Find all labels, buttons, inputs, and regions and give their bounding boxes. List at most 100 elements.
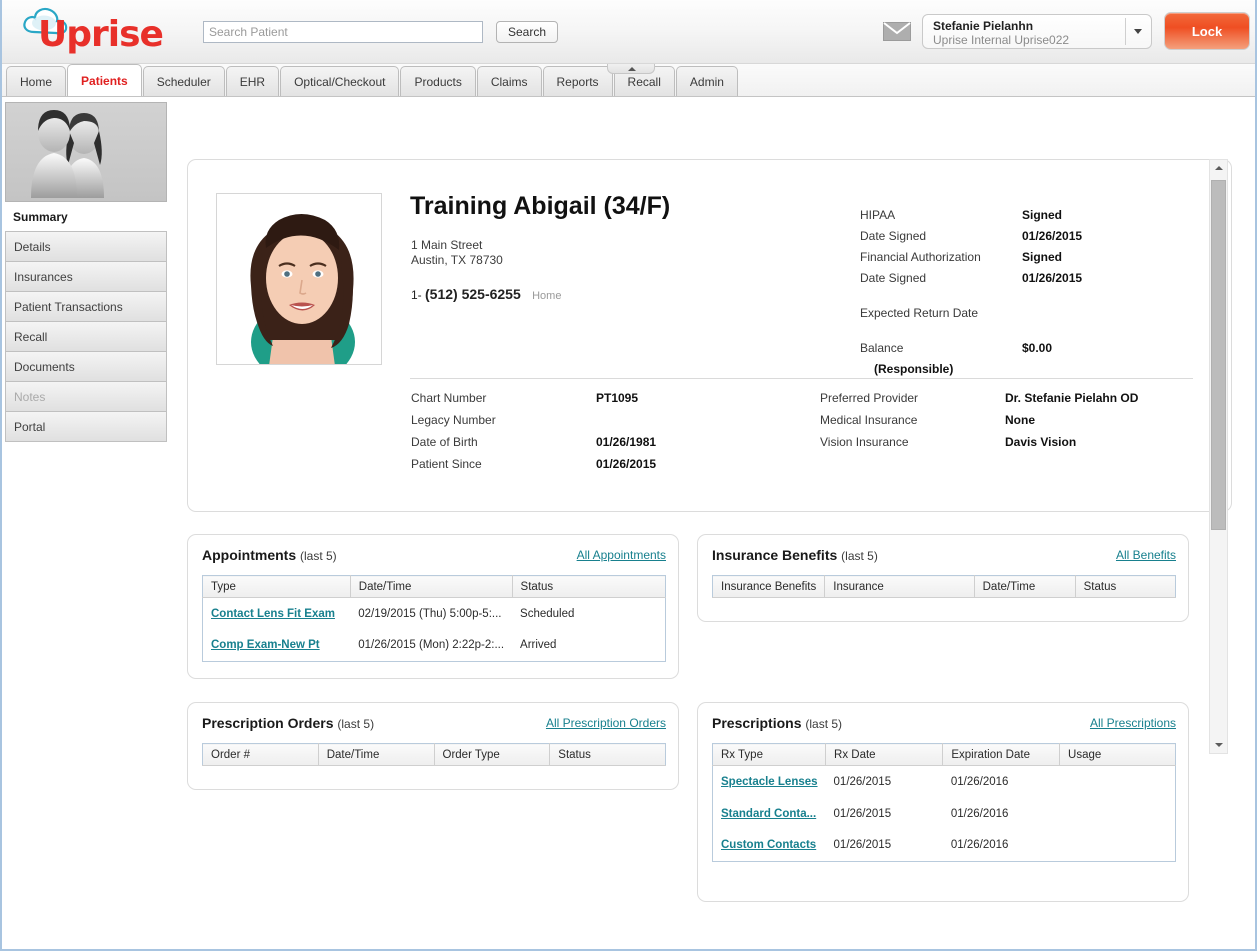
- prescriptions-title: Prescriptions (last 5): [712, 715, 842, 731]
- all-prescriptions-link[interactable]: All Prescriptions: [1090, 716, 1176, 730]
- date-of-birth-label: Date of Birth: [411, 435, 478, 449]
- user-organization: Uprise Internal Uprise022: [933, 33, 1070, 47]
- col-usage: Usage: [1059, 743, 1176, 766]
- appointment-type-link[interactable]: Comp Exam-New Pt: [211, 639, 320, 651]
- rx-date-cell: 01/26/2015: [833, 775, 892, 788]
- all-prescription-orders-link[interactable]: All Prescription Orders: [546, 716, 666, 730]
- table-row: Contact Lens Fit Exam 02/19/2015 (Thu) 5…: [203, 598, 666, 630]
- tab-claims[interactable]: Claims: [476, 66, 542, 96]
- phone-number: (512) 525-6255: [425, 286, 521, 302]
- preferred-provider-value: Dr. Stefanie Pielahn OD: [1005, 391, 1139, 405]
- table-header-row: Order # Date/Time Order Type Status: [202, 743, 666, 766]
- table-header-row: Insurance Benefits Insurance Date/Time S…: [712, 575, 1176, 598]
- appointment-datetime-cell: 02/19/2015 (Thu) 5:00p-5:...: [358, 607, 502, 620]
- col-expiration-date: Expiration Date: [942, 743, 1061, 766]
- rx-type-link[interactable]: Standard Conta...: [721, 808, 816, 820]
- rx-date-cell: 01/26/2015: [833, 807, 892, 820]
- tab-ehr[interactable]: EHR: [225, 66, 280, 96]
- prescriptions-subtitle: (last 5): [805, 717, 843, 731]
- consent-spacer-2: [860, 327, 1190, 341]
- tab-optical-checkout[interactable]: Optical/Checkout: [280, 66, 400, 96]
- tab-products[interactable]: Products: [400, 66, 476, 96]
- financial-date-value: 01/26/2015: [1022, 271, 1083, 285]
- appointment-type-cell: Comp Exam-New Pt: [203, 630, 351, 662]
- consent-panel: HIPAA Signed Date Signed 01/26/2015 Fina…: [860, 208, 1190, 383]
- patient-sidebar: Summary Details Insurances Patient Trans…: [5, 102, 167, 442]
- sidebar-item-details[interactable]: Details: [5, 232, 167, 262]
- expected-return-date-row: Expected Return Date: [860, 306, 1190, 320]
- page-body: Summary Details Insurances Patient Trans…: [2, 97, 1255, 949]
- collapse-header-toggle[interactable]: [607, 64, 655, 74]
- patient-photo: [216, 193, 382, 365]
- col-status: Status: [1075, 575, 1176, 598]
- envelope-icon[interactable]: [883, 22, 911, 41]
- tab-patients[interactable]: Patients: [67, 64, 142, 96]
- phone-prefix: 1-: [411, 288, 422, 302]
- brand-logo[interactable]: Uprise: [14, 4, 174, 60]
- prescriptions-table: Rx Type Rx Date Expiration Date Usage Sp…: [712, 743, 1176, 862]
- sidebar-item-portal[interactable]: Portal: [5, 412, 167, 442]
- phone-type: Home: [532, 290, 562, 302]
- search-button[interactable]: Search: [496, 21, 559, 43]
- prescription-orders-table: Order # Date/Time Order Type Status: [202, 743, 666, 766]
- dropdown-divider: [1125, 18, 1126, 45]
- all-appointments-link[interactable]: All Appointments: [577, 548, 666, 562]
- lock-button[interactable]: Lock: [1164, 12, 1250, 50]
- appointments-table: Type Date/Time Status Contact Lens Fit E…: [202, 575, 666, 662]
- responsible-label: (Responsible): [874, 362, 954, 376]
- content-scrollbar[interactable]: [1209, 159, 1228, 754]
- rx-type-cell: Standard Conta...: [713, 798, 826, 830]
- scrollbar-thumb[interactable]: [1211, 180, 1226, 530]
- col-order-type: Order Type: [434, 743, 551, 766]
- rx-expiration-cell: 01/26/2016: [950, 775, 1009, 788]
- rx-type-link[interactable]: Custom Contacts: [721, 839, 816, 851]
- patient-avatar-panel: [5, 102, 167, 202]
- address-line-1: 1 Main Street: [411, 238, 483, 252]
- insurance-benefits-table: Insurance Benefits Insurance Date/Time S…: [712, 575, 1176, 598]
- balance-row: Balance $0.00: [860, 341, 1190, 355]
- patient-since-row: Patient Since 01/26/2015: [411, 457, 656, 471]
- patient-name: Training Abigail (34/F): [410, 192, 671, 220]
- main-content: Create New Appointment Benefits Rx Order…: [182, 97, 1237, 902]
- appointment-type-link[interactable]: Contact Lens Fit Exam: [211, 608, 335, 620]
- search-input[interactable]: [203, 21, 483, 43]
- sidebar-item-recall[interactable]: Recall: [5, 322, 167, 352]
- consent-row-financial-date: Date Signed 01/26/2015: [860, 271, 1190, 285]
- patient-portrait-image: [217, 194, 381, 364]
- rx-type-link[interactable]: Spectacle Lenses: [721, 776, 818, 788]
- appointment-datetime-cell: 01/26/2015 (Mon) 2:22p-2:...: [358, 639, 505, 652]
- triangle-down-icon[interactable]: [1210, 737, 1227, 753]
- sidebar-item-insurances[interactable]: Insurances: [5, 262, 167, 292]
- sidebar-item-patient-transactions[interactable]: Patient Transactions: [5, 292, 167, 322]
- prescription-orders-title: Prescription Orders (last 5): [202, 715, 374, 731]
- vision-insurance-label: Vision Insurance: [820, 435, 909, 449]
- chart-number-value: PT1095: [596, 391, 639, 405]
- appointments-title: Appointments (last 5): [202, 547, 337, 563]
- rx-expiration-cell: 01/26/2016: [950, 807, 1009, 820]
- table-header-row: Type Date/Time Status: [202, 575, 666, 598]
- appointments-panel: Appointments (last 5) All Appointments T…: [187, 534, 679, 679]
- app-header: Uprise Search Stefanie Pielanhn Uprise I…: [2, 0, 1255, 64]
- tab-reports[interactable]: Reports: [542, 66, 613, 96]
- sidebar-item-summary[interactable]: Summary: [5, 202, 167, 232]
- appointments-subtitle: (last 5): [300, 549, 337, 563]
- tab-home[interactable]: Home: [6, 66, 67, 96]
- sidebar-item-notes: Notes: [5, 382, 167, 412]
- appointment-status-cell: Scheduled: [520, 607, 575, 620]
- appointment-type-cell: Contact Lens Fit Exam: [203, 598, 351, 630]
- card-divider: [410, 378, 1193, 379]
- tab-admin[interactable]: Admin: [675, 66, 738, 96]
- user-account-dropdown[interactable]: Stefanie Pielanhn Uprise Internal Uprise…: [922, 14, 1152, 49]
- patient-summary-card: Training Abigail (34/F) 1 Main Street Au…: [187, 159, 1232, 512]
- triangle-up-icon[interactable]: [1210, 160, 1227, 176]
- patient-details-right: Preferred Provider Dr. Stefanie Pielahn …: [820, 391, 1138, 457]
- preferred-provider-label: Preferred Provider: [820, 391, 919, 405]
- prescription-orders-subtitle: (last 5): [337, 717, 375, 731]
- responsible-row: (Responsible): [860, 362, 1190, 376]
- tab-scheduler[interactable]: Scheduler: [142, 66, 225, 96]
- balance-label: Balance: [860, 341, 904, 355]
- sidebar-item-documents[interactable]: Documents: [5, 352, 167, 382]
- all-benefits-link[interactable]: All Benefits: [1116, 548, 1176, 562]
- legacy-number-label: Legacy Number: [411, 413, 496, 427]
- patient-address: 1 Main Street Austin, TX 78730: [411, 238, 503, 268]
